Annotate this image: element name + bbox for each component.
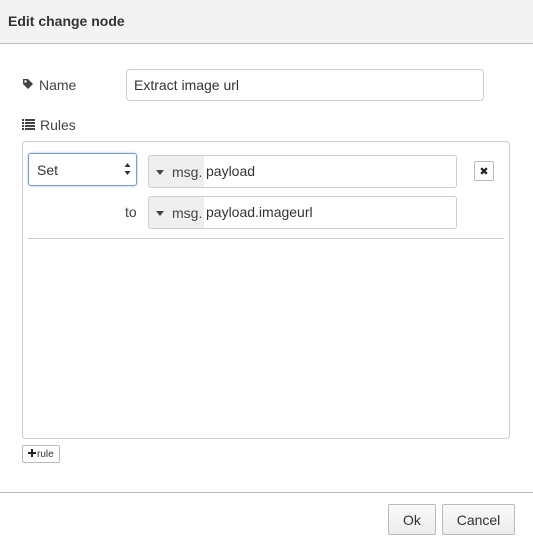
rules-label-row: Rules [22, 117, 76, 133]
property-value: payload [206, 163, 256, 179]
name-label-row: Name [22, 77, 76, 93]
dialog-title: Edit change node [8, 13, 125, 29]
rules-label: Rules [40, 117, 76, 133]
name-input[interactable] [126, 69, 484, 101]
tag-icon [22, 77, 34, 93]
caret-down-icon [156, 170, 164, 175]
rule-property-input[interactable]: msg. payload [148, 155, 457, 188]
select-arrows-icon [124, 162, 131, 176]
add-rule-button[interactable]: rule [22, 445, 60, 463]
to-value: payload.imageurl [206, 204, 313, 220]
close-icon: ✖ [479, 165, 489, 178]
name-label: Name [39, 77, 77, 93]
rule-to-input[interactable]: msg. payload.imageurl [148, 196, 457, 229]
to-type-label: msg. [172, 204, 203, 221]
plus-icon [28, 448, 36, 460]
to-type-selector[interactable]: msg. [149, 197, 205, 228]
rule-action-select[interactable]: Set [28, 153, 137, 186]
dialog-header: Edit change node [0, 0, 533, 44]
footer-divider [0, 492, 533, 493]
add-rule-label: rule [37, 448, 54, 460]
cancel-button[interactable]: Cancel [442, 504, 515, 535]
property-type-selector[interactable]: msg. [149, 156, 205, 187]
rule-divider [28, 238, 504, 239]
to-label: to [125, 204, 137, 220]
list-icon [22, 117, 35, 133]
caret-down-icon [156, 211, 164, 216]
property-type-label: msg. [172, 163, 203, 180]
remove-rule-button[interactable]: ✖ [474, 161, 494, 181]
rule-action-value: Set [37, 162, 59, 178]
ok-button[interactable]: Ok [388, 504, 436, 535]
